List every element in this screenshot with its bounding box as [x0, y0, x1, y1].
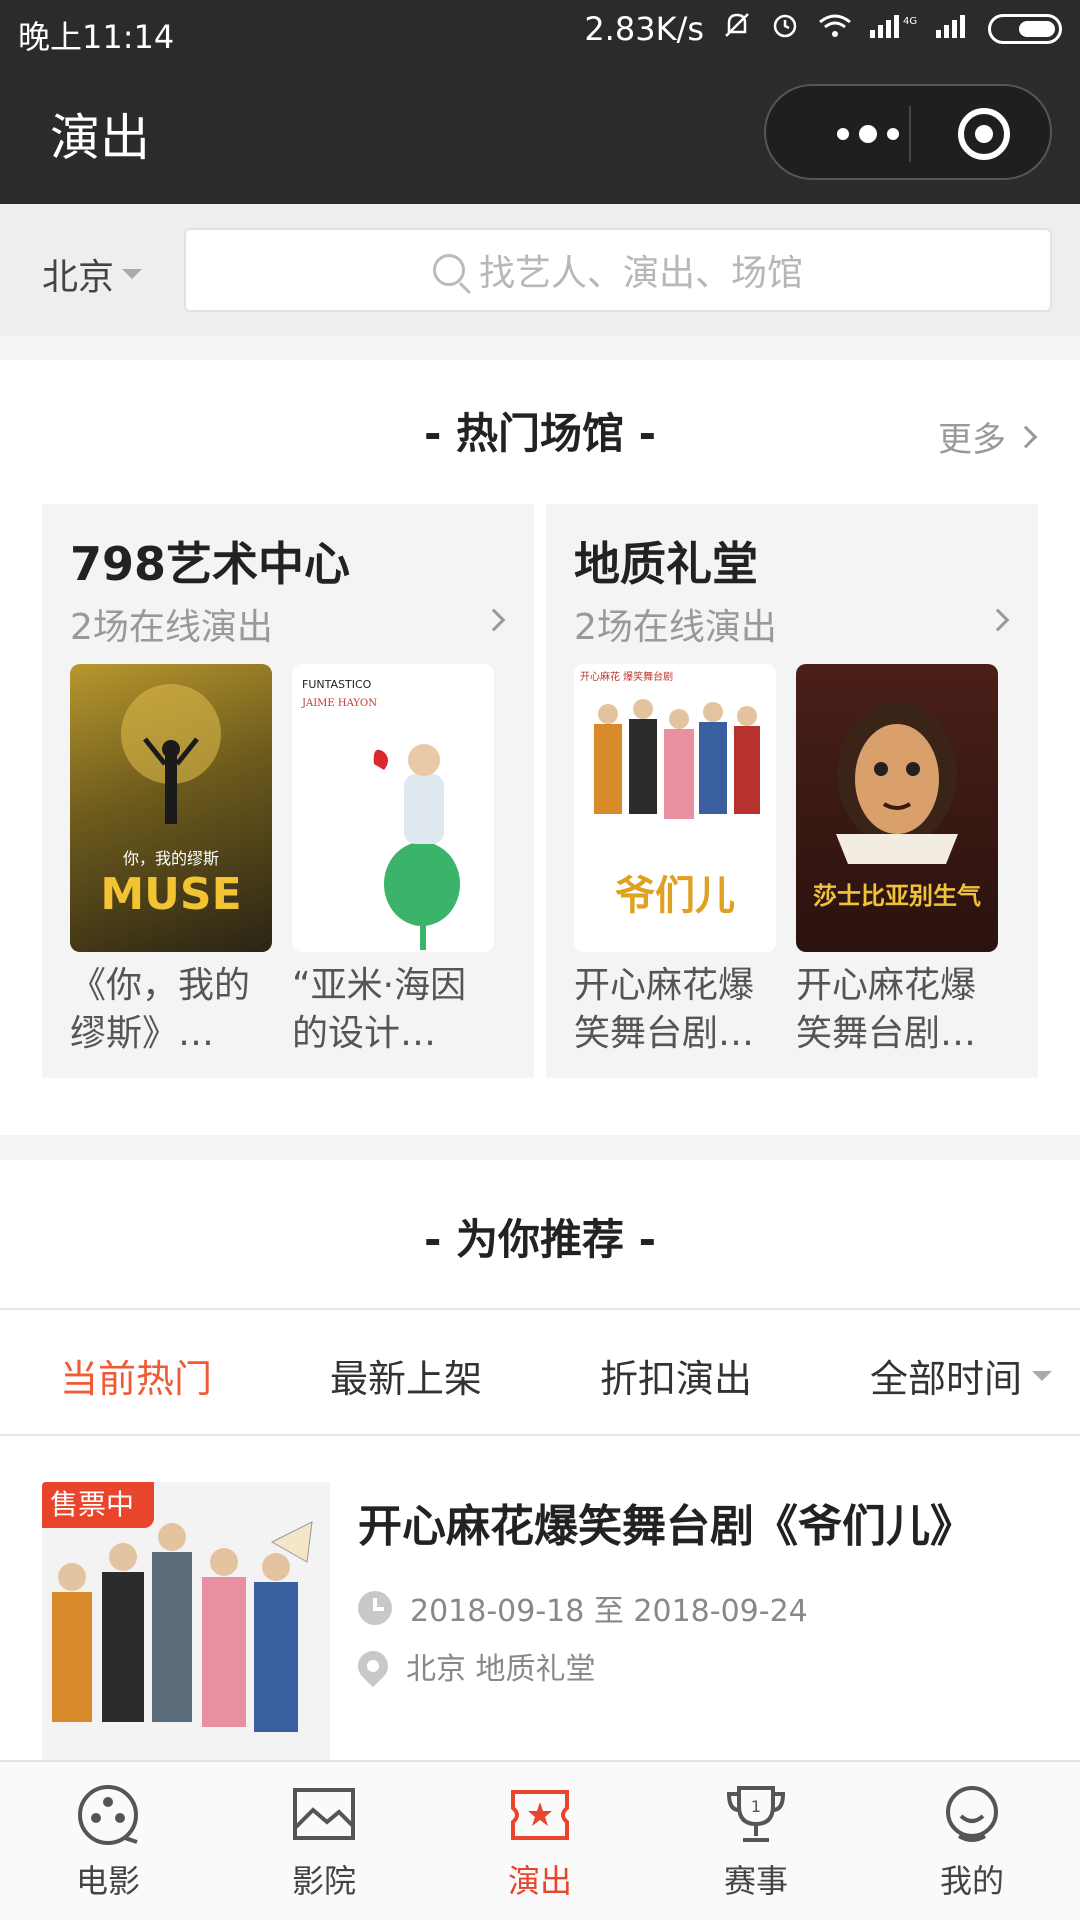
show-caption: 开心麻花爆笑舞台剧… — [574, 965, 755, 1054]
tabbar-label: 赛事 — [723, 1862, 788, 1900]
tab-discount[interactable]: 折扣演出 — [600, 1348, 752, 1403]
tabbar-item-match[interactable]: 1 赛事 — [686, 1780, 826, 1902]
poster-title: MUSE — [100, 869, 241, 920]
tab-hot[interactable]: 当前热门 — [60, 1348, 212, 1403]
more-menu-button[interactable] — [818, 110, 918, 158]
poster-subtitle: 你，我的缪斯 — [123, 849, 219, 868]
tabbar-item-show[interactable]: 演出 — [470, 1780, 610, 1902]
user-icon — [937, 1780, 1007, 1850]
search-placeholder: 找艺人、演出、场馆 — [478, 253, 803, 294]
show-caption: 开心麻花爆笑舞台剧… — [796, 965, 977, 1054]
section-title: - 热门场馆 - — [423, 409, 657, 458]
show-caption: 《你，我的缪斯》… — [70, 965, 251, 1054]
status-bar: 晚上11:14 2.83K/s 4G — [0, 0, 1080, 62]
venue-show-count: 2场在线演出 — [574, 607, 777, 648]
tabbar-label: 电影 — [75, 1862, 140, 1900]
chevron-down-icon — [122, 269, 143, 279]
cinema-screen-icon — [289, 1780, 359, 1850]
battery-icon — [988, 14, 1062, 44]
poster-title: 爷们儿 — [615, 873, 735, 919]
city-selector[interactable]: 北京 — [42, 248, 143, 300]
more-label: 更多 — [938, 420, 1006, 460]
venue-name: 地质礼堂 — [574, 537, 758, 591]
tabbar-label: 我的 — [939, 1862, 1004, 1900]
chevron-right-icon — [986, 608, 1010, 632]
tabbar-label: 影院 — [291, 1862, 356, 1900]
show-location-text: 北京 地质礼堂 — [406, 1652, 596, 1687]
page-title: 演出 — [50, 109, 150, 167]
venue-name: 798艺术中心 — [70, 537, 351, 591]
status-time: 晚上11:14 — [18, 18, 175, 56]
capsule-divider — [909, 106, 911, 162]
mute-bell-icon — [722, 10, 752, 48]
venue-show-count: 2场在线演出 — [70, 607, 273, 648]
svg-text:1: 1 — [751, 1797, 761, 1816]
tabbar-item-movie[interactable]: 电影 — [38, 1780, 178, 1902]
miniprogram-capsule — [764, 84, 1052, 180]
hot-venues-section: - 热门场馆 - 更多 798艺术中心 2场在线演出 你，我的缪斯 MUSE 《… — [0, 360, 1080, 1135]
search-icon — [432, 254, 465, 286]
svg-text:4G: 4G — [903, 16, 917, 27]
poster-subtitle: 开心麻花 爆笑舞台剧 — [580, 670, 673, 683]
show-title[interactable]: 开心麻花爆笑舞台剧《爷们儿》 — [358, 1490, 974, 1554]
show-location: 北京 地质礼堂 — [351, 1644, 596, 1688]
show-poster[interactable]: FUNTASTICO JAIME HAYON — [292, 664, 494, 952]
nav-bar: 演出 — [0, 62, 1080, 204]
section-title: - 为你推荐 - — [423, 1215, 657, 1264]
show-date-text: 2018-09-18 至 2018-09-24 — [410, 1594, 808, 1629]
poster-title: FUNTASTICO — [302, 678, 372, 691]
poster-subtitle: JAIME HAYON — [301, 698, 377, 709]
tabbar-item-cinema[interactable]: 影院 — [254, 1780, 394, 1902]
film-reel-icon — [73, 1780, 143, 1850]
show-poster[interactable]: 开心麻花 爆笑舞台剧 爷们儿 — [574, 664, 776, 952]
chevron-right-icon — [482, 608, 506, 632]
signal-4g-icon: 4G — [870, 10, 918, 48]
network-speed: 2.83K/s — [584, 10, 704, 48]
alarm-icon — [770, 10, 800, 48]
show-poster[interactable]: 你，我的缪斯 MUSE — [70, 664, 272, 952]
more-link[interactable]: 更多 — [938, 412, 1038, 461]
venue-card[interactable]: 地质礼堂 2场在线演出 开心麻花 爆笑舞台剧 爷们儿 开心麻花爆笑舞台剧… 莎士… — [546, 504, 1038, 1078]
bottom-tab-bar: 电影 影院 演出 1 赛事 我的 — [0, 1760, 1080, 1920]
status-icons: 2.83K/s 4G — [584, 10, 1062, 48]
city-label: 北京 — [42, 257, 115, 298]
signal-icon — [936, 10, 970, 48]
recommend-tabs: 当前热门 最新上架 折扣演出 全部时间 — [0, 1308, 1080, 1436]
trophy-icon: 1 — [721, 1780, 791, 1850]
time-filter-label: 全部时间 — [870, 1357, 1023, 1401]
status-badge: 售票中 — [42, 1482, 154, 1528]
chevron-down-icon — [1032, 1370, 1053, 1381]
show-date: 2018-09-18 至 2018-09-24 — [358, 1586, 808, 1630]
tab-newest[interactable]: 最新上架 — [330, 1348, 482, 1403]
chevron-right-icon — [1014, 425, 1038, 448]
tabbar-item-mine[interactable]: 我的 — [902, 1780, 1042, 1902]
clock-icon — [358, 1591, 392, 1625]
venue-card[interactable]: 798艺术中心 2场在线演出 你，我的缪斯 MUSE 《你，我的缪斯》… FUN… — [42, 504, 534, 1078]
show-poster[interactable]: 莎士比亚别生气 — [796, 664, 998, 952]
show-caption: “亚米·海因的设计… — [292, 965, 467, 1054]
wifi-icon — [818, 10, 852, 48]
search-bar: 北京 找艺人、演出、场馆 — [0, 204, 1080, 336]
location-pin-icon — [351, 1644, 395, 1688]
poster-title: 莎士比亚别生气 — [813, 882, 981, 910]
tab-time-filter[interactable]: 全部时间 — [870, 1348, 1053, 1403]
close-miniprogram-button[interactable] — [958, 108, 1010, 160]
tabbar-label: 演出 — [507, 1862, 572, 1900]
ticket-icon — [505, 1780, 575, 1850]
search-input[interactable]: 找艺人、演出、场馆 — [184, 228, 1052, 312]
